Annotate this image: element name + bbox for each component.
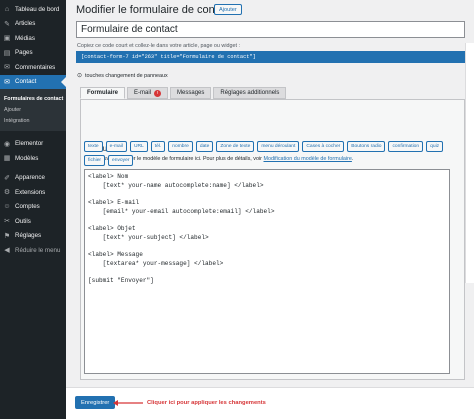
sidebar-item-label: Apparence [15,174,45,182]
save-button[interactable]: Enregistrer [75,396,116,409]
tab-messages[interactable]: Messages [170,87,212,99]
tag-button[interactable]: menu déroulant [257,141,300,152]
add-new-button[interactable]: Ajouter [214,4,242,15]
tab-additional-settings[interactable]: Réglages additionnels [213,87,287,99]
tag-button[interactable]: tél. [150,141,166,152]
tag-button[interactable]: envoyer [108,155,134,166]
sidebar-item-articles[interactable]: ✎ Articles [0,17,66,32]
settings-icon: ⚑ [3,232,11,240]
sidebar-item-mod-les[interactable]: ▦ Modèles [0,151,66,166]
form-panel: Formulaire Vous pouvez modifier le modèl… [80,99,465,380]
submenu-add[interactable]: Ajouter [0,104,66,115]
sidebar-item-label: Articles [15,20,36,28]
tag-button[interactable]: URL [129,141,148,152]
sidebar-item-label: Modèles [15,154,39,162]
tag-button[interactable]: quiz [426,141,444,152]
save-annotation: Cliquer ici pour appliquer les changemen… [147,400,266,406]
sidebar-item-pages[interactable]: ▤ Pages [0,46,66,61]
tag-button[interactable]: date [195,141,214,152]
comment-icon: ✉ [4,64,10,72]
sidebar-item-extensions[interactable]: ⚙ Extensions [0,185,66,200]
sidebar-item-label: Comptes [15,203,40,211]
collapse-label: Réduire le menu [15,246,61,254]
form-template-editor[interactable]: <label> Nom [text* your-name autocomplet… [84,169,450,374]
tag-button[interactable]: Zone de texte [216,141,255,152]
user-icon: ☺ [3,203,11,211]
sidebar-item-label: Pages [15,49,33,57]
tag-button[interactable]: Cases à cocher [302,141,345,152]
sidebar-item-label: Outils [15,217,31,225]
sidebar-item-r-glages[interactable]: ⚑ Réglages [0,228,66,243]
brush-icon: ✐ [4,174,10,182]
sidebar-item-contact[interactable]: ✉ Contact [0,74,66,89]
sidebar-item-label: Commentaires [15,63,56,71]
tag-button[interactable]: nombre [168,141,193,152]
wrench-icon: ✂ [4,218,10,226]
save-bar: Enregistrer Cliquer ici pour appliquer l… [66,387,474,419]
sidebar-item-label: Médias [15,34,35,42]
submenu-contact-forms[interactable]: Formulaires de contact [0,93,66,104]
sidebar-item-m-dias[interactable]: ▣ Médias [0,31,66,46]
contact-submenu: Formulaires de contact Ajouter Intégrati… [0,89,66,132]
side-panel-edge [465,43,474,283]
tag-button[interactable]: fichier [84,155,106,166]
keyboard-icon: ⊙ [77,73,83,79]
sidebar-item-label: Tableau de bord [15,5,60,13]
sidebar-item-commentaires[interactable]: ✉ Commentaires [0,60,66,75]
sidebar-item-elementor[interactable]: ◉ Elementor [0,136,66,151]
collapse-menu-button[interactable]: ◀ Réduire le menu [0,243,66,258]
sidebar-item-label: Elementor [15,140,44,148]
collapse-icon: ◀ [4,247,10,255]
plugin-icon: ⚙ [3,189,11,197]
sidebar-item-label: Réglages [15,232,42,240]
folder-icon: ▦ [3,155,11,163]
sidebar-item-label: Extensions [15,188,46,196]
mail-icon: ✉ [4,78,10,86]
sidebar-item-comptes[interactable]: ☺ Comptes [0,199,66,214]
elementor-icon: ◉ [3,140,11,148]
sidebar-item-tableau-de-bord[interactable]: ⌂ Tableau de bord [0,2,66,17]
form-template-doc-link[interactable]: Modification du modèle de formulaire [263,156,351,162]
page-title: Modifier le formulaire de contact [76,4,233,16]
tab-form[interactable]: Formulaire [80,87,126,99]
tab-email[interactable]: E-mail! [127,87,169,99]
tag-button[interactable]: e-mail [105,141,127,152]
dashboard-icon: ⌂ [4,5,10,13]
media-icon: ▣ [3,35,11,43]
panel-switch-label: touches changement de panneaux [85,72,168,79]
page-icon: ▤ [3,49,11,57]
arrow-left-icon [113,400,143,406]
form-title-input[interactable] [76,21,465,38]
tag-button[interactable]: Boutons radio [347,141,386,152]
tag-button[interactable]: texte [84,141,103,152]
sidebar-item-outils[interactable]: ✂ Outils [0,214,66,229]
submenu-integration[interactable]: Intégration [0,116,66,127]
editor-tabs: Formulaire E-mail! Messages Réglages add… [80,87,288,99]
admin-sidebar: ⌂ Tableau de bord ✎ Articles ▣ Médias ▤ Pages ✉ C… [0,0,66,419]
tag-button[interactable]: confirmation [388,141,424,152]
tag-generator-row-1: texte e-mail URL tél. nombre date Zone de text… [84,141,446,152]
main-content: Modifier le formulaire de contact Ajoute… [66,0,474,419]
warning-badge-icon: ! [154,89,162,97]
tag-generator-row-2: fichier envoyer [84,155,136,166]
sidebar-item-label: Contact [15,78,37,86]
shortcode-hint: Copiez ce code court et collez-le dans v… [77,43,241,49]
sidebar-item-apparence[interactable]: ✐ Apparence [0,170,66,185]
pin-icon: ✎ [4,20,10,28]
panel-switch-toggle[interactable]: ⊙ touches changement de panneaux [77,72,168,80]
shortcode-box[interactable]: [contact-form-7 id="263" title="Formulai… [76,51,474,63]
